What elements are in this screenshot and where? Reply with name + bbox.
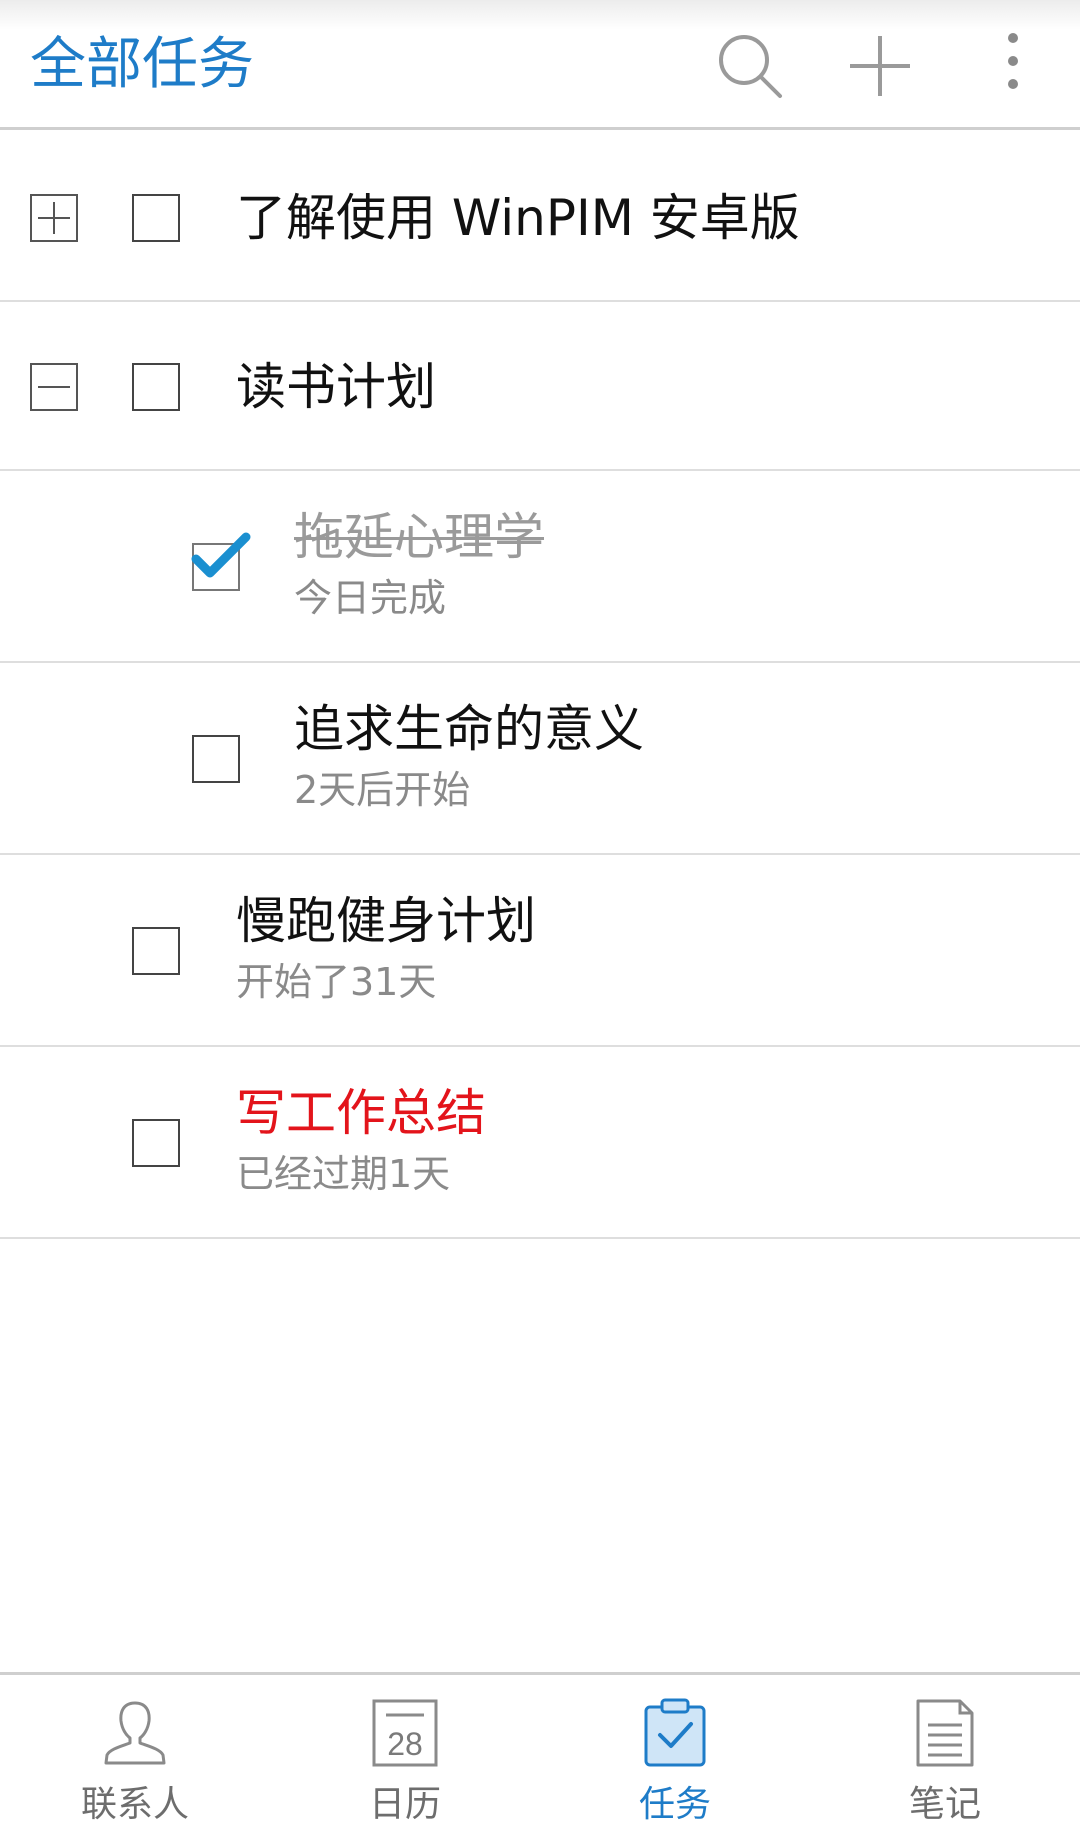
task-row[interactable]: 写工作总结 已经过期1天	[0, 1047, 1080, 1239]
svg-text:28: 28	[387, 1726, 423, 1762]
add-icon[interactable]	[842, 28, 918, 104]
contacts-icon	[100, 1697, 170, 1769]
task-checkbox[interactable]	[192, 735, 240, 783]
nav-label: 日历	[368, 1784, 441, 1825]
subtask-row[interactable]: 拖延心理学 今日完成	[0, 471, 1080, 663]
expand-icon[interactable]	[30, 194, 78, 242]
check-icon	[191, 532, 251, 578]
nav-label: 联系人	[80, 1784, 189, 1825]
task-row[interactable]: 慢跑健身计划 开始了31天	[0, 855, 1080, 1047]
task-title: 慢跑健身计划	[236, 892, 536, 950]
notes-icon	[910, 1697, 980, 1769]
task-title: 了解使用 WinPIM 安卓版	[236, 189, 800, 247]
task-row[interactable]: 读书计划	[0, 302, 1080, 471]
more-icon[interactable]	[976, 28, 1036, 104]
task-title-overdue: 写工作总结	[236, 1084, 486, 1142]
tasks-icon	[640, 1697, 710, 1769]
top-app-bar: 全部任务	[0, 0, 1080, 130]
task-list: 了解使用 WinPIM 安卓版 读书计划 拖延心理学 今日完成 追求生命的意义 …	[0, 133, 1080, 1239]
task-checkbox[interactable]	[132, 363, 180, 411]
task-checkbox[interactable]	[132, 927, 180, 975]
task-status: 开始了31天	[236, 960, 437, 1004]
task-title: 追求生命的意义	[294, 700, 644, 758]
page-title: 全部任务	[30, 32, 254, 97]
calendar-icon: 28	[370, 1697, 440, 1769]
nav-contacts[interactable]: 联系人	[0, 1675, 270, 1845]
nav-label: 笔记	[908, 1784, 981, 1825]
task-status: 2天后开始	[294, 768, 471, 812]
bottom-nav: 联系人 28 日历 任务 笔记	[0, 1672, 1080, 1845]
nav-notes[interactable]: 笔记	[810, 1675, 1080, 1845]
collapse-icon[interactable]	[30, 363, 78, 411]
subtask-row[interactable]: 追求生命的意义 2天后开始	[0, 663, 1080, 855]
nav-tasks[interactable]: 任务	[540, 1675, 810, 1845]
task-checkbox-checked[interactable]	[191, 532, 251, 591]
search-icon[interactable]	[712, 28, 788, 104]
task-checkbox[interactable]	[132, 194, 180, 242]
task-checkbox[interactable]	[132, 1119, 180, 1167]
task-status: 今日完成	[294, 576, 447, 620]
nav-calendar[interactable]: 28 日历	[270, 1675, 540, 1845]
task-status: 已经过期1天	[236, 1152, 451, 1196]
task-title: 拖延心理学	[294, 508, 544, 566]
nav-label: 任务	[638, 1784, 711, 1825]
task-title: 读书计划	[236, 358, 436, 416]
task-row[interactable]: 了解使用 WinPIM 安卓版	[0, 133, 1080, 302]
